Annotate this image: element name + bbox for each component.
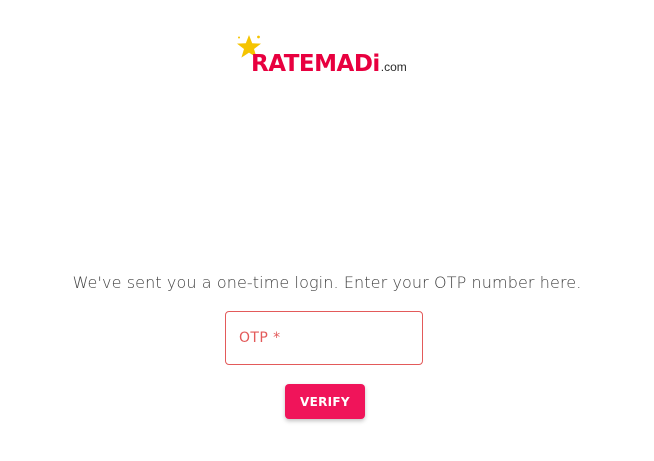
ratemadi-logo: RATEMADi .com [236, 34, 407, 76]
otp-verification-page: RATEMADi .com We've sent you a one-time … [0, 0, 654, 461]
logo-wordmark: RATEMADi .com [251, 53, 407, 76]
logo-name: RATEMADi [251, 51, 380, 77]
verify-button[interactable]: VERIFY [285, 384, 365, 419]
logo-domain-suffix: .com [380, 60, 407, 74]
otp-instruction-text: We've sent you a one-time login. Enter y… [72, 273, 582, 292]
otp-field-label: OTP * [239, 330, 281, 346]
otp-input-field[interactable]: OTP * [225, 311, 423, 365]
